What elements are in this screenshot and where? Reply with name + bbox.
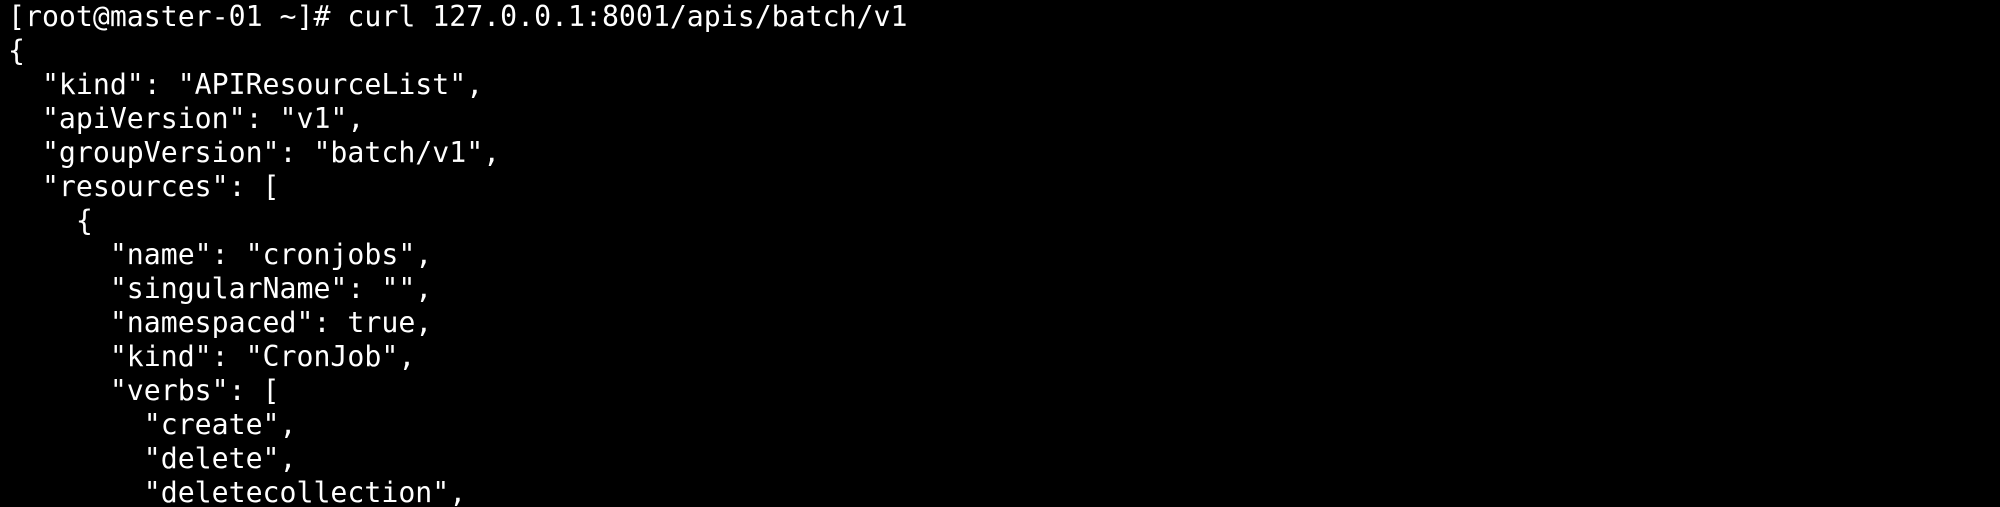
terminal-window[interactable]: [root@master-01 ~]# curl 127.0.0.1:8001/… (0, 0, 2000, 507)
output-line: "resources": [ (8, 170, 280, 203)
command-line: [root@master-01 ~]# curl 127.0.0.1:8001/… (8, 0, 907, 34)
shell-prompt: [root@master-01 ~]# (8, 0, 348, 33)
output-line: { (8, 34, 25, 67)
output-line: "kind": "APIResourceList", (8, 68, 484, 101)
output-line: "name": "cronjobs", (8, 238, 433, 271)
output-line: "verbs": [ (8, 374, 280, 407)
output-line: "delete", (8, 442, 297, 475)
output-line: "namespaced": true, (8, 306, 433, 339)
output-line: "singularName": "", (8, 272, 433, 305)
output-line: "groupVersion": "batch/v1", (8, 136, 501, 169)
output-line: "deletecollection", (8, 476, 467, 507)
output-line: { (8, 204, 93, 237)
command-text: curl 127.0.0.1:8001/apis/batch/v1 (347, 0, 908, 33)
output-line: "apiVersion": "v1", (8, 102, 365, 135)
output-line: "kind": "CronJob", (8, 340, 416, 373)
output-line: "create", (8, 408, 297, 441)
